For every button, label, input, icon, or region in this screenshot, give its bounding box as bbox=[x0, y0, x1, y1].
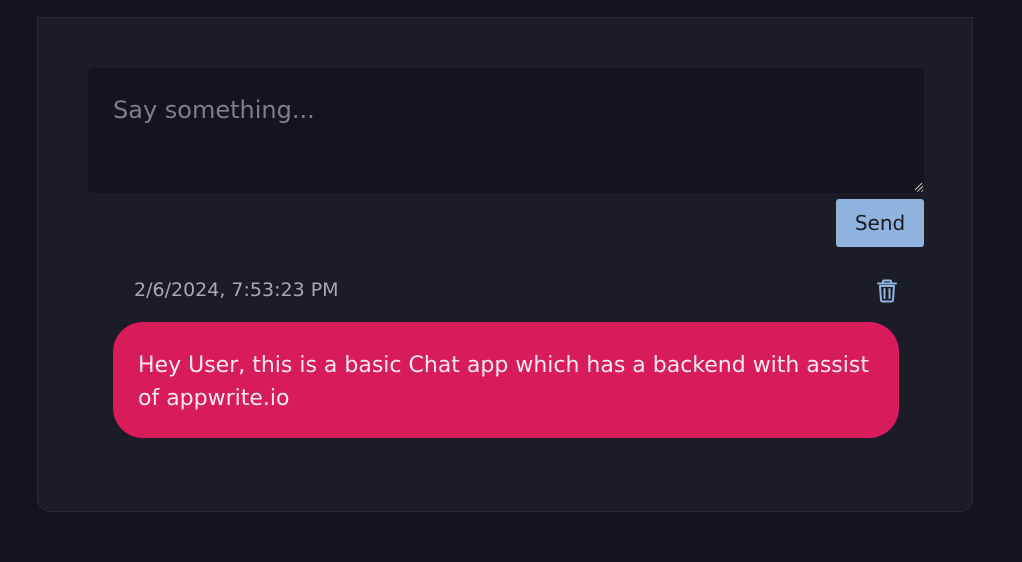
message-timestamp: 2/6/2024, 7:53:23 PM bbox=[134, 279, 339, 301]
message-input[interactable] bbox=[88, 68, 924, 193]
trash-icon bbox=[877, 279, 897, 303]
delete-message-button[interactable] bbox=[874, 277, 900, 305]
message-bubble: Hey User, this is a basic Chat app which… bbox=[113, 322, 899, 438]
send-button[interactable]: Send bbox=[836, 199, 924, 247]
message-body: Hey User, this is a basic Chat app which… bbox=[138, 353, 869, 411]
chat-card: Send 2/6/2024, 7:53:23 PM Hey User, this… bbox=[37, 17, 973, 512]
